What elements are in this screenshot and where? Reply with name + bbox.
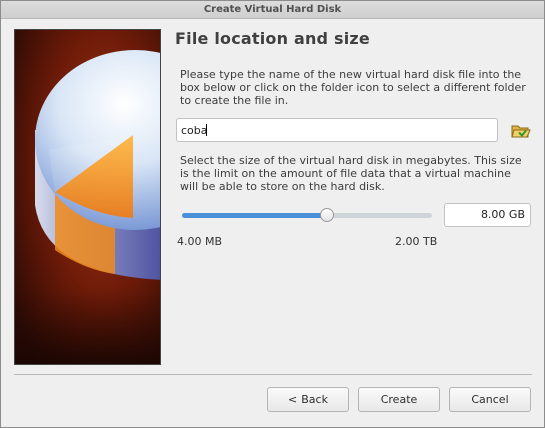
create-virtual-hard-disk-dialog: Create Virtual Hard Disk File location a… (0, 0, 545, 428)
button-separator (14, 374, 532, 375)
location-description: Please type the name of the new virtual … (180, 68, 526, 107)
size-min-label: 4.00 MB (177, 235, 223, 248)
folder-open-icon (511, 125, 531, 138)
cancel-button[interactable]: Cancel (449, 387, 531, 412)
size-slider[interactable] (182, 206, 432, 226)
size-description: Select the size of the virtual hard disk… (180, 154, 522, 193)
create-button[interactable]: Create (358, 387, 440, 412)
back-arrow: < (288, 393, 298, 406)
slider-track (182, 213, 432, 218)
size-max-label: 2.00 TB (395, 235, 438, 248)
page-heading: File location and size (175, 29, 370, 48)
back-label: Back (301, 393, 328, 406)
text-cursor (206, 124, 207, 136)
back-button[interactable]: < Back (267, 387, 349, 412)
virtual-disk-banner-image (14, 29, 161, 365)
size-input[interactable]: 8.00 GB (444, 203, 531, 227)
choose-folder-button[interactable] (510, 121, 532, 141)
slider-handle[interactable] (320, 208, 334, 222)
slider-fill (182, 213, 327, 218)
window-title: Create Virtual Hard Disk (1, 1, 544, 19)
file-name-input[interactable] (176, 118, 498, 142)
